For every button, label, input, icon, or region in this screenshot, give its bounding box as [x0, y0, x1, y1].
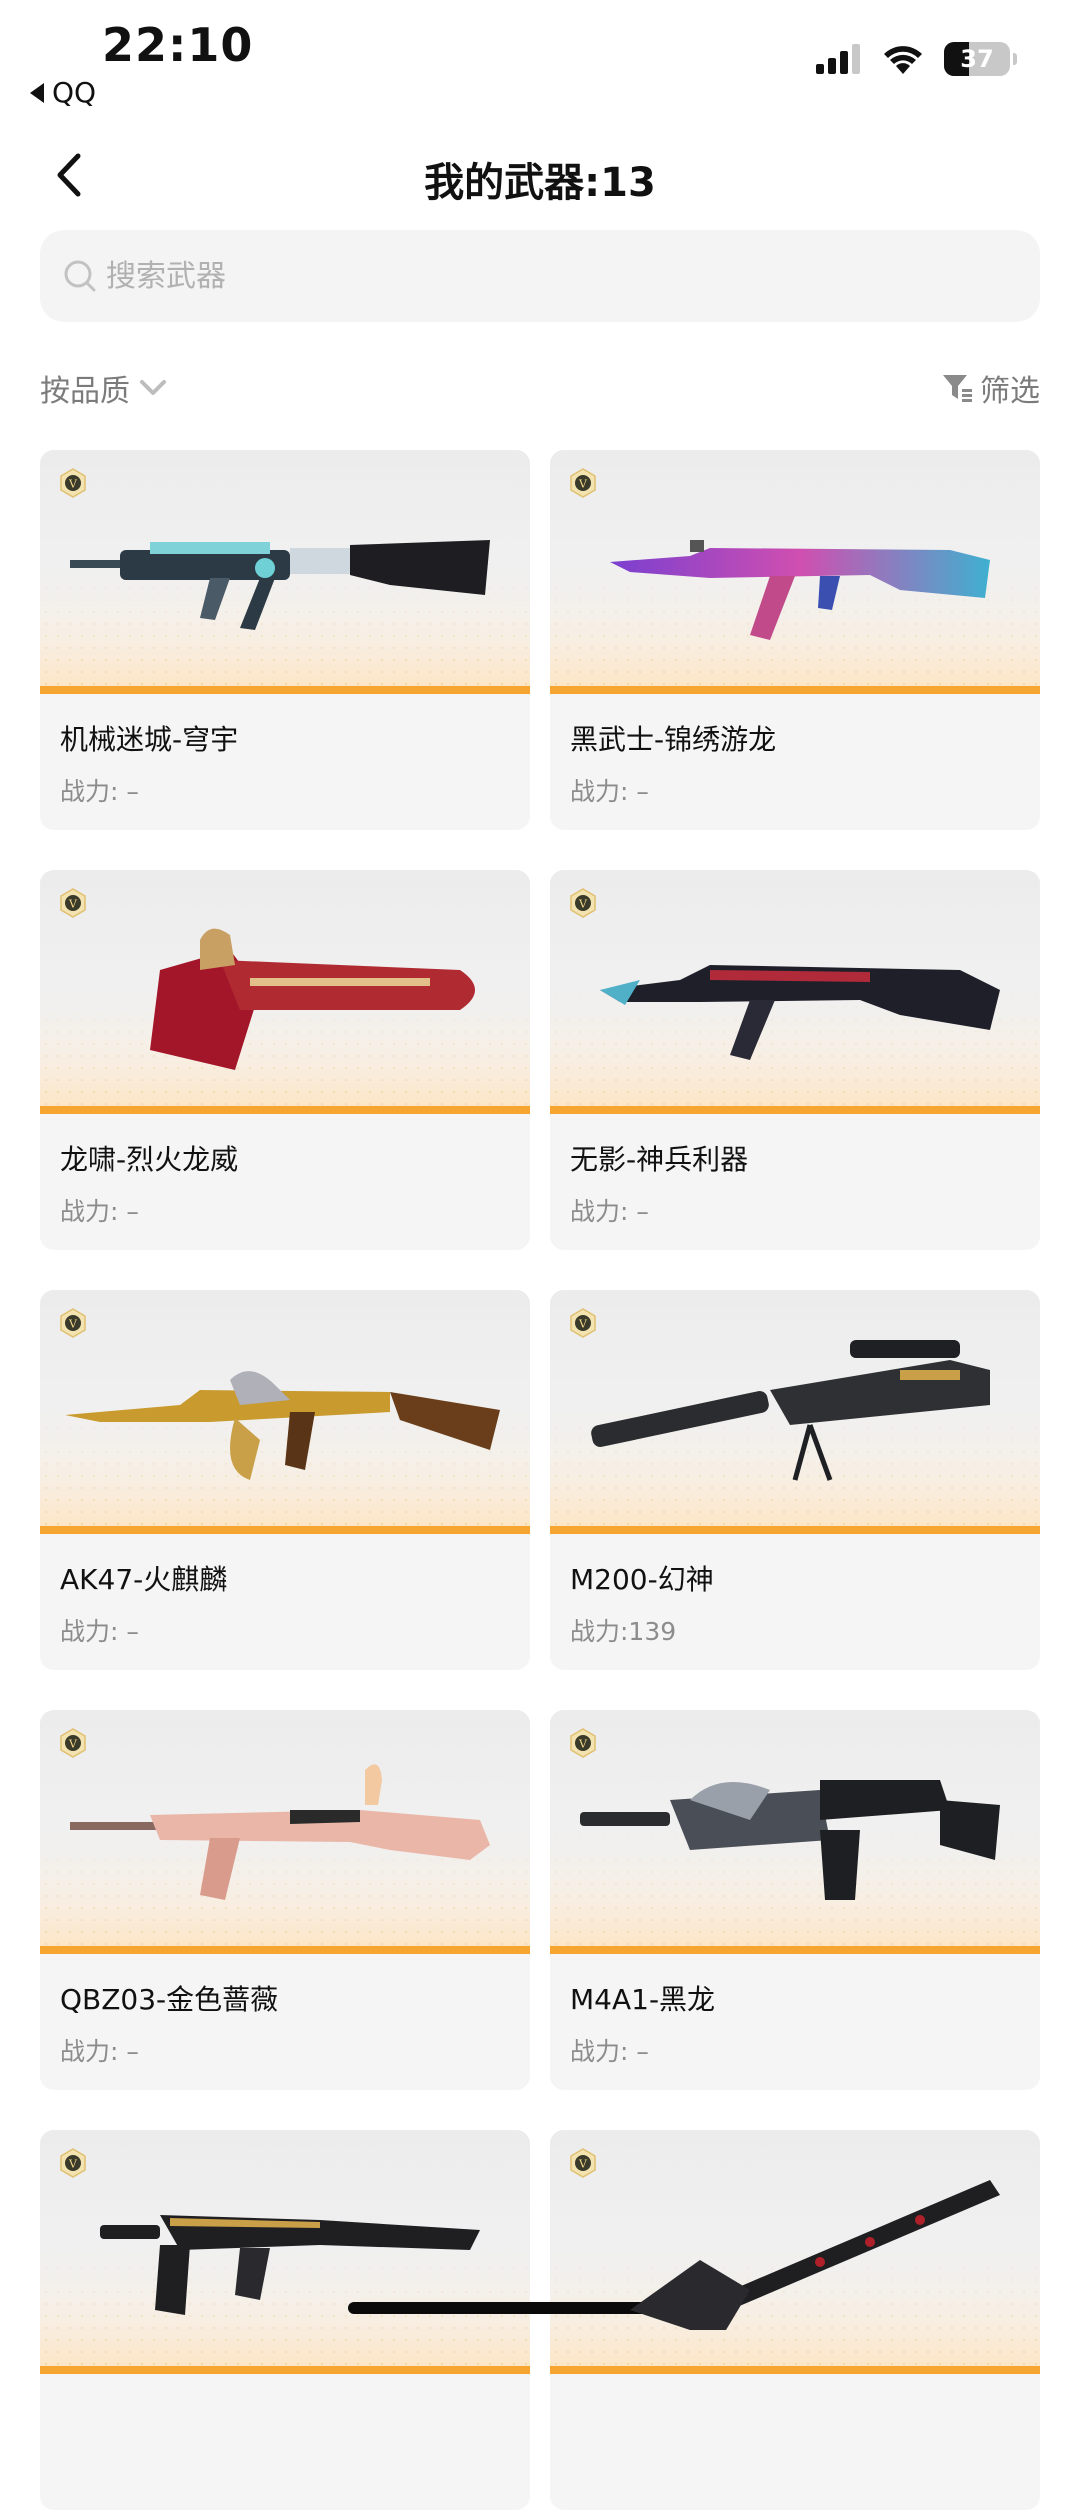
- weapon-card[interactable]: V: [550, 2130, 1040, 2510]
- shovel-icon: [630, 2180, 1000, 2330]
- weapon-card[interactable]: V QBZ03-金色蔷薇 战力: –: [40, 1710, 530, 2090]
- weapon-power: 战力: –: [60, 777, 139, 806]
- weapon-name: 黑武士-锦绣游龙: [570, 723, 777, 756]
- filter-button[interactable]: 筛选: [940, 366, 1040, 410]
- weapon-image-area: V: [550, 1290, 1040, 1534]
- axe-icon: [150, 928, 475, 1070]
- weapon-image-area: V: [550, 2130, 1040, 2374]
- status-icons: 37: [816, 42, 1017, 76]
- weapon-image-area: V: [40, 2130, 530, 2374]
- weapon-name: 龙啸-烈火龙威: [60, 1143, 239, 1176]
- svg-text:V: V: [578, 1738, 588, 1751]
- rifle-icon: [600, 965, 1000, 1060]
- search-bar[interactable]: [40, 230, 1040, 322]
- weapon-card[interactable]: V AK47-火麒麟 战力: –: [40, 1290, 530, 1670]
- svg-text:V: V: [68, 1738, 78, 1751]
- filter-funnel-icon: [943, 375, 972, 402]
- weapon-power: 战力: –: [60, 1197, 139, 1226]
- nav-header: 我的武器:13: [0, 140, 1080, 210]
- rifle-icon: [65, 1371, 500, 1480]
- weapon-power: 战力: –: [570, 777, 649, 806]
- weapon-power: 战力:139: [570, 1617, 677, 1646]
- battery-level: 37: [960, 45, 994, 73]
- wifi-icon: [884, 46, 922, 74]
- status-bar: 22:10 QQ 37: [0, 0, 1080, 120]
- rifle-icon: [580, 1780, 1000, 1900]
- status-time: 22:10: [102, 18, 254, 72]
- weapon-image-area: V: [40, 1290, 530, 1534]
- weapon-card[interactable]: V 龙啸-烈火龙威 战力: –: [40, 870, 530, 1250]
- svg-text:V: V: [578, 478, 588, 491]
- weapon-card[interactable]: V M4A1-黑龙 战力: –: [550, 1710, 1040, 2090]
- weapon-image-area: V: [550, 450, 1040, 694]
- weapon-name: QBZ03-金色蔷薇: [60, 1983, 279, 2016]
- rifle-icon: [70, 1764, 490, 1900]
- weapon-card[interactable]: V 无影-神兵利器 战力: –: [550, 870, 1040, 1250]
- sniper-icon: [591, 1340, 990, 1481]
- weapon-name: 无影-神兵利器: [570, 1143, 749, 1176]
- weapon-power: 战力: –: [570, 2037, 649, 2066]
- weapon-image-area: V: [40, 1710, 530, 1954]
- smg-icon: [100, 2215, 480, 2315]
- filter-row: 按品质 筛选: [40, 362, 1040, 412]
- weapon-image-area: V: [40, 870, 530, 1114]
- svg-text:V: V: [578, 898, 588, 911]
- weapon-card[interactable]: V 黑武士-锦绣游龙 战力: –: [550, 450, 1040, 830]
- svg-text:V: V: [68, 898, 78, 911]
- svg-text:V: V: [68, 1318, 78, 1331]
- search-icon: [64, 260, 96, 292]
- filter-label: 筛选: [980, 374, 1040, 409]
- back-to-app-button[interactable]: QQ: [30, 76, 96, 109]
- weapon-name: 机械迷城-穹宇: [60, 723, 239, 756]
- chevron-down-icon: [140, 380, 166, 395]
- weapon-image-area: V: [40, 450, 530, 694]
- svg-text:V: V: [68, 2158, 78, 2171]
- rifle-icon: [610, 540, 990, 640]
- battery-icon: 37: [944, 42, 1017, 76]
- sort-by-quality-dropdown[interactable]: 按品质: [40, 366, 168, 410]
- weapon-image-area: V: [550, 870, 1040, 1114]
- weapon-name: M4A1-黑龙: [570, 1983, 716, 2016]
- weapon-card[interactable]: V M200-幻神 战力:139: [550, 1290, 1040, 1670]
- weapon-power: 战力: –: [60, 2037, 139, 2066]
- rifle-icon: [70, 540, 490, 630]
- svg-text:V: V: [578, 1318, 588, 1331]
- weapon-card[interactable]: V 机械迷城-穹宇 战力: –: [40, 450, 530, 830]
- svg-text:V: V: [68, 478, 78, 491]
- svg-text:V: V: [578, 2158, 588, 2171]
- weapon-card[interactable]: V: [40, 2130, 530, 2510]
- weapon-power: 战力: –: [60, 1617, 139, 1646]
- page-title: 我的武器:13: [424, 160, 656, 206]
- weapon-name: AK47-火麒麟: [60, 1563, 228, 1596]
- weapon-name: M200-幻神: [570, 1563, 714, 1596]
- back-triangle-icon: [30, 82, 44, 103]
- sort-label: 按品质: [40, 374, 130, 409]
- weapon-power: 战力: –: [570, 1197, 649, 1226]
- cellular-signal-icon: [816, 44, 860, 74]
- weapon-image-area: V: [550, 1710, 1040, 1954]
- back-app-label: QQ: [52, 76, 97, 109]
- search-input[interactable]: [106, 258, 1006, 294]
